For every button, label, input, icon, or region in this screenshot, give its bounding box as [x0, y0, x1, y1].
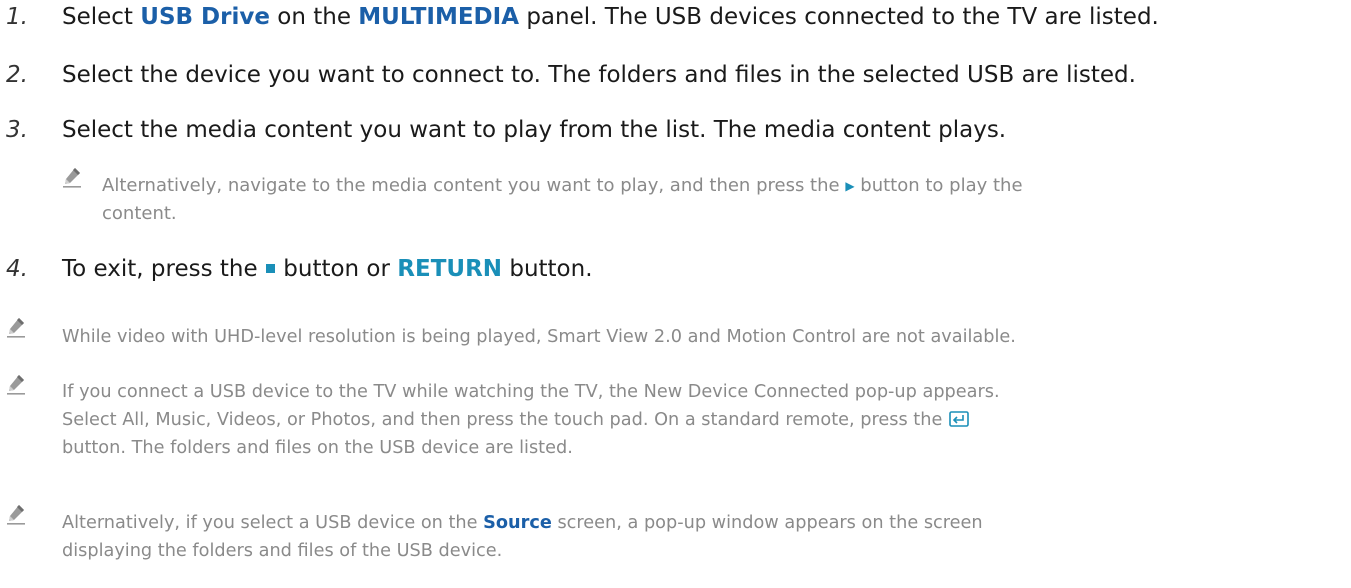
step-text: Select the device you want to connect to… — [62, 62, 1136, 88]
play-button-icon: ▶ — [845, 179, 855, 193]
step-text: To exit, press the button or RETURN butt… — [62, 256, 593, 282]
note-uhd: While video with UHD-level resolution is… — [62, 327, 1016, 347]
note-new-device: If you connect a USB device to the TV wh… — [62, 382, 1000, 458]
multimedia-term: MULTIMEDIA — [358, 4, 520, 30]
step-text: Select the media content you want to pla… — [62, 117, 1007, 143]
pencil-note-icon — [6, 316, 26, 338]
enter-button-icon — [949, 410, 969, 427]
pencil-note-icon — [6, 373, 26, 395]
pencil-note-icon — [62, 166, 82, 188]
step-text: Select USB Drive on the MULTIMEDIA panel… — [62, 4, 1159, 30]
stop-button-icon — [265, 263, 275, 273]
step-number: 3. — [6, 117, 28, 143]
usb-drive-term: USB Drive — [140, 4, 270, 30]
pencil-note-icon — [6, 503, 26, 525]
return-term: RETURN — [397, 256, 503, 282]
step-number: 1. — [6, 4, 28, 30]
source-term: Source — [483, 513, 552, 533]
note-source: Alternatively, if you select a USB devic… — [62, 513, 983, 561]
step-number: 4. — [6, 256, 28, 282]
step-number: 2. — [6, 62, 28, 88]
step-3-note: Alternatively, navigate to the media con… — [102, 175, 1023, 224]
